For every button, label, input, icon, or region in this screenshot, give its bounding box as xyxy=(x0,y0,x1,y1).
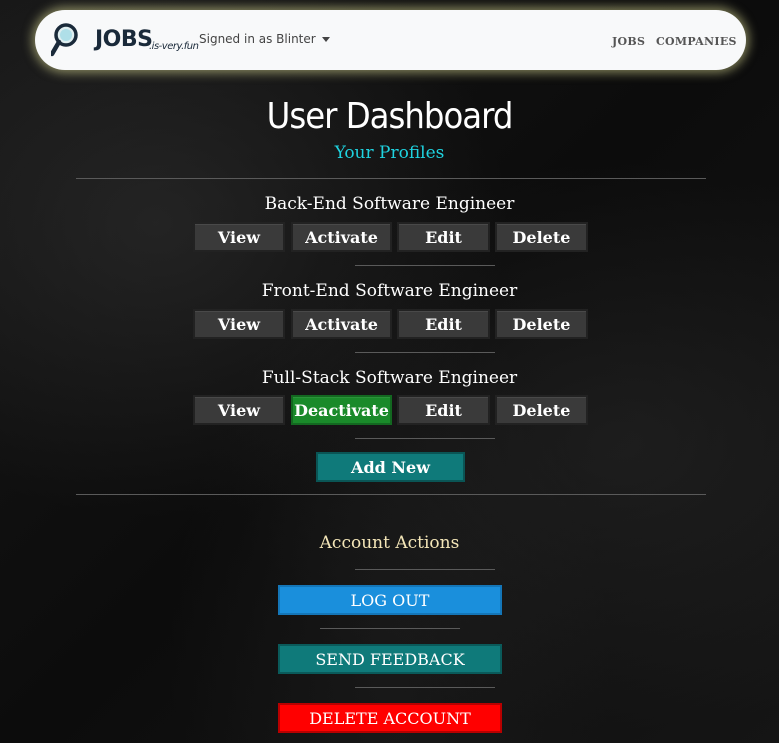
account-actions-heading: Account Actions xyxy=(319,533,460,553)
navbar: JOBS .is-very.fun Signed in as Blinter J… xyxy=(35,10,746,70)
divider xyxy=(76,178,706,179)
activate-button[interactable]: Activate xyxy=(291,309,392,339)
profile-name: Back-End Software Engineer xyxy=(264,194,515,214)
divider xyxy=(320,628,460,629)
delete-button[interactable]: Delete xyxy=(495,222,588,252)
caret-down-icon xyxy=(321,37,330,42)
divider xyxy=(355,569,495,570)
deactivate-button[interactable]: Deactivate xyxy=(291,395,392,425)
profile-name: Full-Stack Software Engineer xyxy=(261,368,518,388)
user-dropdown[interactable]: Signed in as Blinter xyxy=(199,32,330,46)
activate-button[interactable]: Activate xyxy=(291,222,392,252)
view-button[interactable]: View xyxy=(193,309,285,339)
site-logo[interactable]: JOBS .is-very.fun xyxy=(51,22,201,60)
divider xyxy=(355,352,495,353)
edit-button[interactable]: Edit xyxy=(397,309,490,339)
send-feedback-button[interactable]: SEND FEEDBACK xyxy=(278,644,502,674)
delete-button[interactable]: Delete xyxy=(495,309,588,339)
divider xyxy=(355,265,495,266)
divider xyxy=(355,687,495,688)
edit-button[interactable]: Edit xyxy=(397,222,490,252)
edit-button[interactable]: Edit xyxy=(397,395,490,425)
logo-subtext: .is-very.fun xyxy=(149,41,199,52)
logout-button[interactable]: LOG OUT xyxy=(278,585,502,615)
magnifier-icon xyxy=(51,23,78,57)
page-title: User Dashboard xyxy=(266,96,514,137)
view-button[interactable]: View xyxy=(193,222,285,252)
logo-text: JOBS xyxy=(95,27,153,52)
view-button[interactable]: View xyxy=(193,395,285,425)
delete-account-button[interactable]: DELETE ACCOUNT xyxy=(278,703,502,733)
add-new-button[interactable]: Add New xyxy=(316,452,465,482)
delete-button[interactable]: Delete xyxy=(495,395,588,425)
divider xyxy=(355,438,495,439)
profile-name: Front-End Software Engineer xyxy=(261,281,518,301)
nav-link-jobs[interactable]: JOBS xyxy=(612,35,645,48)
signed-in-label: Signed in as Blinter xyxy=(199,32,316,46)
nav-link-companies[interactable]: COMPANIES xyxy=(656,35,737,48)
divider xyxy=(76,494,706,495)
page-subtitle: Your Profiles xyxy=(334,143,445,163)
